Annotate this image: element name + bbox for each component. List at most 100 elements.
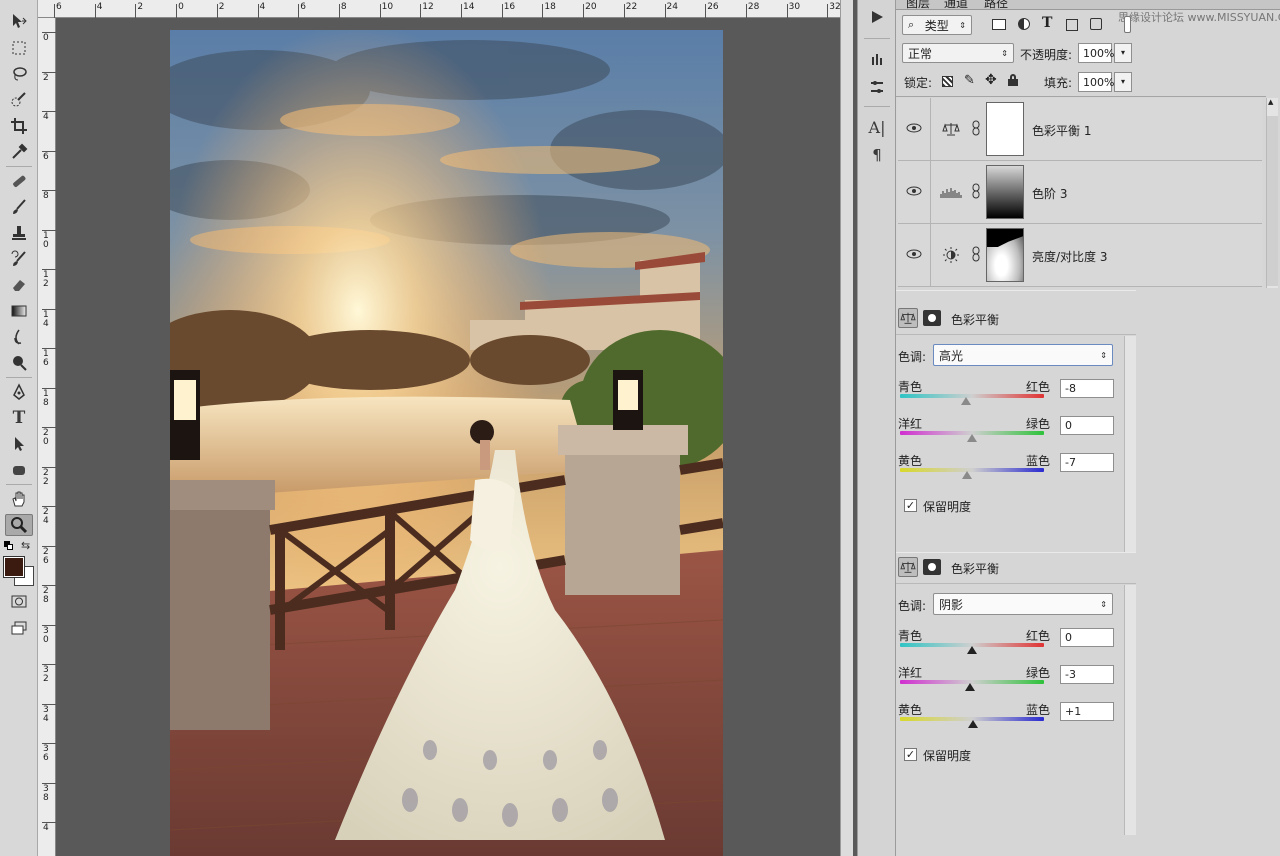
zoom-tool-icon[interactable] (5, 514, 33, 536)
crop-tool-icon[interactable] (5, 115, 33, 137)
opacity-dropdown-button[interactable]: ▾ (1114, 43, 1132, 63)
canvas-vertical-scrollbar[interactable] (840, 0, 853, 856)
path-selection-tool-icon[interactable] (5, 433, 33, 455)
layer-row[interactable]: 色彩平衡 1 (898, 98, 1262, 161)
preserve-luminosity-checkbox[interactable]: ✓ (904, 748, 917, 761)
properties-scrollbar[interactable] (1124, 585, 1136, 835)
layer-filter-dropdown[interactable]: ⌕ 类型 ⇕ (902, 15, 972, 35)
slider-right-label: 蓝色 (1026, 703, 1051, 717)
pen-tool-icon[interactable] (5, 381, 33, 403)
clone-stamp-tool-icon[interactable] (5, 222, 33, 244)
fill-dropdown-button[interactable]: ▾ (1114, 72, 1132, 92)
screen-mode-icon[interactable] (5, 617, 33, 639)
gradient-tool-icon[interactable] (5, 300, 33, 322)
default-colors-icon[interactable] (4, 541, 14, 551)
blend-mode-dropdown[interactable]: 正常 ⇕ (902, 43, 1014, 63)
opacity-input[interactable]: 100% (1078, 43, 1114, 63)
healing-brush-tool-icon[interactable] (5, 170, 33, 192)
fill-input[interactable]: 100% (1078, 72, 1114, 92)
ruler-tick-label: 3 4 (43, 704, 49, 724)
slider-handle[interactable] (961, 471, 972, 479)
brush-presets-icon[interactable] (865, 48, 889, 70)
swap-colors-icon[interactable]: ⇆ (21, 539, 30, 552)
dropdown-arrows-icon: ⇕ (1100, 599, 1107, 609)
tone-dropdown[interactable]: 高光 ⇕ (933, 344, 1113, 366)
type-tool-icon[interactable]: T (5, 407, 33, 429)
ruler-tick-label: 1 6 (43, 349, 49, 368)
eyedropper-tool-icon[interactable] (5, 141, 33, 163)
slider-value-input[interactable]: -3 (1060, 665, 1114, 684)
balance-icon[interactable] (898, 308, 918, 328)
brush-tool-icon[interactable] (5, 196, 33, 218)
document-canvas[interactable] (56, 18, 853, 856)
slider-handle[interactable] (961, 397, 972, 405)
lock-position-icon[interactable]: ✥ (985, 72, 997, 88)
foreground-color-swatch[interactable] (3, 556, 25, 578)
layer-mask-thumbnail[interactable] (986, 228, 1024, 282)
preserve-luminosity-checkbox[interactable]: ✓ (904, 499, 917, 512)
visibility-eye-icon[interactable] (906, 185, 922, 197)
lock-transparent-icon[interactable] (942, 76, 953, 87)
slider-value-input[interactable]: -7 (1060, 453, 1114, 472)
slider-handle[interactable] (967, 646, 977, 654)
tab-layers[interactable]: 图层 (906, 0, 930, 9)
character-panel-icon[interactable]: A| (865, 116, 889, 138)
layer-name: 亮度/对比度 3 (1032, 250, 1108, 264)
slider-handle[interactable] (964, 683, 975, 691)
filter-smart-object-icon[interactable] (1090, 18, 1102, 30)
history-brush-tool-icon[interactable] (5, 248, 33, 270)
filter-adjustment-icon[interactable] (1018, 18, 1030, 30)
lasso-tool-icon[interactable] (5, 63, 33, 85)
layer-row[interactable]: 色阶 3 (898, 161, 1262, 224)
properties-scrollbar[interactable] (1124, 336, 1136, 552)
slider-value-input[interactable]: 0 (1060, 628, 1114, 647)
ruler-tick-label: 2 (43, 72, 49, 83)
tone-dropdown[interactable]: 阴影 ⇕ (933, 593, 1113, 615)
mask-icon[interactable] (923, 310, 941, 326)
color-slider-track[interactable] (900, 468, 1044, 472)
hand-tool-icon[interactable] (5, 488, 33, 510)
blur-tool-icon[interactable] (5, 326, 33, 348)
layers-panel: 图层 通道 路径 思缘设计论坛 www.MISSYUAN.COM ⌕ 类型 ⇕ … (896, 0, 1280, 856)
layer-mask-thumbnail[interactable] (986, 165, 1024, 219)
slider-value-input[interactable]: +1 (1060, 702, 1114, 721)
slider-handle[interactable] (967, 720, 978, 728)
paragraph-panel-icon[interactable]: ¶ (865, 144, 889, 166)
slider-handle[interactable] (967, 434, 977, 442)
filter-pixel-icon[interactable] (992, 19, 1006, 30)
dodge-tool-icon[interactable] (5, 352, 33, 374)
layer-row[interactable]: 亮度/对比度 3 (898, 224, 1262, 287)
rectangle-tool-icon[interactable] (5, 459, 33, 481)
slider-value-input[interactable]: 0 (1060, 416, 1114, 435)
color-slider-track[interactable] (900, 394, 1044, 398)
dropdown-arrows-icon: ⇕ (959, 20, 966, 30)
marquee-tool-icon[interactable] (5, 37, 33, 59)
move-tool-icon[interactable] (5, 10, 33, 32)
tab-channels[interactable]: 通道 (944, 0, 968, 9)
quick-mask-icon[interactable] (5, 590, 33, 612)
lock-image-icon[interactable]: ✎ (964, 73, 975, 88)
chain-link-icon (972, 120, 980, 136)
lock-label: 锁定: (904, 76, 933, 90)
ruler-tick-label: 2 (218, 2, 225, 12)
filter-type-icon[interactable]: T (1042, 15, 1052, 31)
preserve-luminosity-label: 保留明度 (923, 500, 972, 514)
lock-all-icon[interactable] (1008, 74, 1018, 86)
layers-scrollbar[interactable]: ▲ (1266, 98, 1278, 288)
tab-paths[interactable]: 路径 (984, 0, 1008, 9)
filter-shape-icon[interactable] (1066, 19, 1078, 31)
layer-mask-thumbnail[interactable] (986, 102, 1024, 156)
mask-icon[interactable] (923, 559, 941, 575)
filter-toggle-icon[interactable] (1124, 16, 1131, 33)
quick-selection-tool-icon[interactable] (5, 89, 33, 111)
visibility-eye-icon[interactable] (906, 248, 922, 260)
panel-title: 色彩平衡 (951, 562, 1000, 576)
balance-icon[interactable] (898, 557, 918, 577)
ruler-tick-label: 12 (422, 2, 434, 12)
tool-presets-icon[interactable] (865, 76, 889, 98)
play-icon[interactable] (865, 6, 889, 28)
visibility-eye-icon[interactable] (906, 122, 922, 134)
panel-title: 色彩平衡 (951, 313, 1000, 327)
eraser-tool-icon[interactable] (5, 274, 33, 296)
slider-value-input[interactable]: -8 (1060, 379, 1114, 398)
